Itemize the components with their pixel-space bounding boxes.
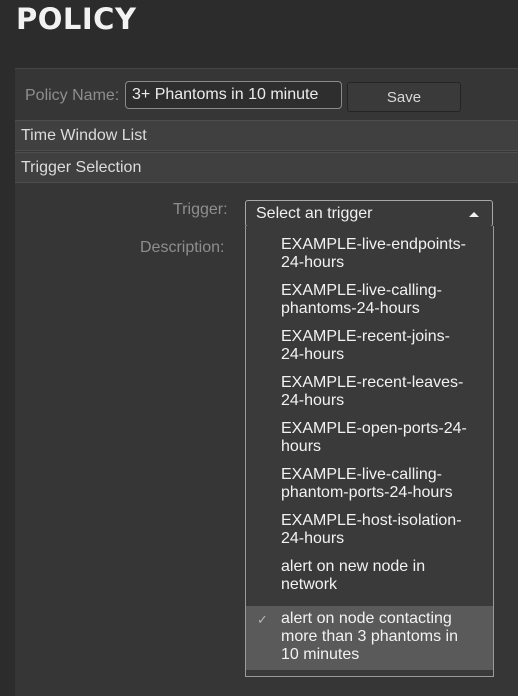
dropdown-option-label: 10 minutes	[281, 646, 360, 663]
dropdown-option[interactable]: EXAMPLE-open-ports-24- hours	[246, 416, 493, 462]
save-button[interactable]: Save	[347, 82, 461, 112]
policy-name-row: Policy Name: Save	[15, 69, 518, 119]
dropdown-option-label: 24-hours	[281, 254, 345, 271]
dropdown-option-label: more than 3 phantoms in	[281, 628, 458, 645]
dropdown-option-label: alert on new node in	[281, 558, 426, 575]
dropdown-option-label: hours	[281, 438, 322, 455]
dropdown-option[interactable]: alert on new node in network	[246, 554, 493, 600]
trigger-label: Trigger:	[173, 201, 228, 218]
dropdown-option[interactable]: EXAMPLE-recent-joins- 24-hours	[246, 324, 493, 370]
trigger-select-value: Select an trigger	[256, 205, 373, 222]
dropdown-option-label: phantoms-24-hours	[281, 300, 420, 317]
policy-name-input[interactable]	[125, 81, 342, 109]
dropdown-option-label: EXAMPLE-live-calling-	[281, 466, 442, 483]
dropdown-option[interactable]: EXAMPLE-recent-leaves- 24-hours	[246, 370, 493, 416]
dropdown-option-label: phantom-ports-24-hours	[281, 484, 453, 501]
dropdown-option-label: 24-hours	[281, 392, 345, 409]
dropdown-option-selected[interactable]: ✓ alert on node contacting more than 3 p…	[246, 606, 493, 670]
dropdown-option-label: EXAMPLE-live-endpoints-	[281, 236, 466, 253]
policy-panel: Policy Name: Save Time Window List Trigg…	[15, 68, 518, 696]
dropdown-option-label: alert on node contacting	[281, 610, 452, 627]
dropdown-option-label: 24-hours	[281, 530, 345, 547]
dropdown-option[interactable]: EXAMPLE-host-isolation- 24-hours	[246, 508, 493, 554]
section-trigger-selection[interactable]: Trigger Selection	[15, 152, 518, 183]
dropdown-option[interactable]: EXAMPLE-live-calling- phantoms-24-hours	[246, 278, 493, 324]
page-title: POLICY	[16, 2, 137, 36]
trigger-dropdown-menu: EXAMPLE-live-endpoints- 24-hours EXAMPLE…	[245, 226, 494, 677]
dropdown-option-label: EXAMPLE-host-isolation-	[281, 512, 462, 529]
policy-name-label: Policy Name:	[25, 87, 120, 104]
section-time-window-list[interactable]: Time Window List	[15, 120, 518, 151]
dropdown-option-label: network	[281, 576, 338, 593]
dropdown-option-label: EXAMPLE-open-ports-24-	[281, 420, 467, 437]
dropdown-option[interactable]: EXAMPLE-live-calling- phantom-ports-24-h…	[246, 462, 493, 508]
check-icon: ✓	[257, 612, 268, 627]
dropdown-option[interactable]: EXAMPLE-live-endpoints- 24-hours	[246, 232, 493, 278]
trigger-select[interactable]: Select an trigger	[245, 200, 493, 227]
dropdown-option-label: EXAMPLE-live-calling-	[281, 282, 442, 299]
dropdown-option-label: EXAMPLE-recent-leaves-	[281, 374, 464, 391]
dropdown-option-label: EXAMPLE-recent-joins-	[281, 328, 450, 345]
description-label: Description:	[140, 239, 225, 256]
caret-up-icon	[469, 212, 479, 217]
dropdown-option-label: 24-hours	[281, 346, 345, 363]
